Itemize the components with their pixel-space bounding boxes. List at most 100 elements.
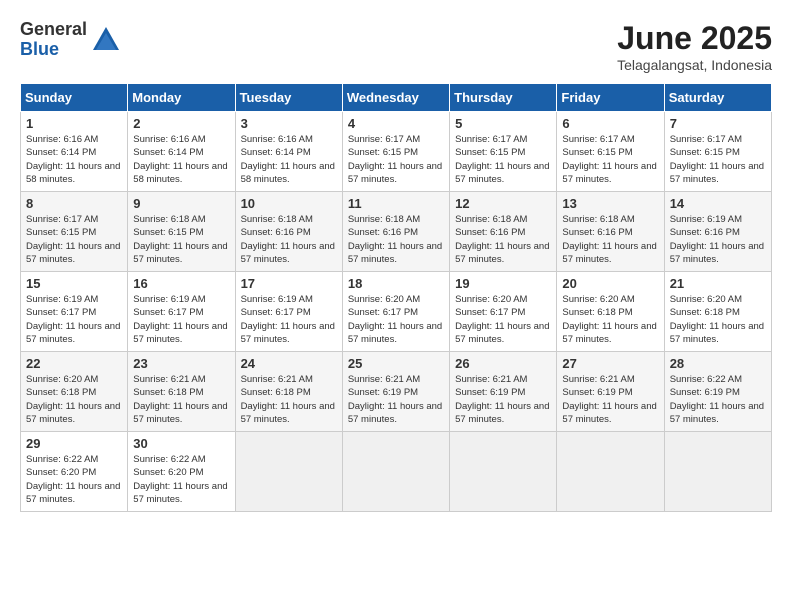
daylight-text: Daylight: 11 hours and 57 minutes. [670, 161, 764, 185]
day-number: 6 [562, 116, 658, 131]
daylight-text: Daylight: 11 hours and 57 minutes. [348, 321, 442, 345]
sunset-text: Sunset: 6:15 PM [455, 147, 525, 158]
table-row: 20Sunrise: 6:20 AMSunset: 6:18 PMDayligh… [557, 272, 664, 352]
day-info: Sunrise: 6:17 AMSunset: 6:15 PMDaylight:… [348, 133, 444, 186]
table-row: 28Sunrise: 6:22 AMSunset: 6:19 PMDayligh… [664, 352, 771, 432]
day-info: Sunrise: 6:21 AMSunset: 6:19 PMDaylight:… [455, 373, 551, 426]
col-saturday: Saturday [664, 84, 771, 112]
table-row: 16Sunrise: 6:19 AMSunset: 6:17 PMDayligh… [128, 272, 235, 352]
daylight-text: Daylight: 11 hours and 57 minutes. [562, 321, 656, 345]
calendar-header-row: Sunday Monday Tuesday Wednesday Thursday… [21, 84, 772, 112]
daylight-text: Daylight: 11 hours and 57 minutes. [348, 401, 442, 425]
sunset-text: Sunset: 6:15 PM [348, 147, 418, 158]
daylight-text: Daylight: 11 hours and 57 minutes. [670, 321, 764, 345]
day-info: Sunrise: 6:20 AMSunset: 6:17 PMDaylight:… [348, 293, 444, 346]
sunrise-text: Sunrise: 6:18 AM [455, 214, 527, 225]
sunrise-text: Sunrise: 6:21 AM [348, 374, 420, 385]
header: General Blue June 2025 Telagalangsat, In… [20, 20, 772, 73]
sunset-text: Sunset: 6:16 PM [455, 227, 525, 238]
daylight-text: Daylight: 11 hours and 57 minutes. [133, 481, 227, 505]
sunset-text: Sunset: 6:20 PM [133, 467, 203, 478]
day-info: Sunrise: 6:22 AMSunset: 6:19 PMDaylight:… [670, 373, 766, 426]
day-info: Sunrise: 6:21 AMSunset: 6:18 PMDaylight:… [241, 373, 337, 426]
col-monday: Monday [128, 84, 235, 112]
sunset-text: Sunset: 6:15 PM [26, 227, 96, 238]
daylight-text: Daylight: 11 hours and 57 minutes. [133, 241, 227, 265]
table-row: 22Sunrise: 6:20 AMSunset: 6:18 PMDayligh… [21, 352, 128, 432]
daylight-text: Daylight: 11 hours and 57 minutes. [455, 161, 549, 185]
sunset-text: Sunset: 6:16 PM [670, 227, 740, 238]
sunset-text: Sunset: 6:16 PM [562, 227, 632, 238]
day-info: Sunrise: 6:19 AM Sunset: 6:16 PM Daylight:… [670, 213, 766, 266]
day-number: 20 [562, 276, 658, 291]
col-sunday: Sunday [21, 84, 128, 112]
sunrise-text: Sunrise: 6:20 AM [26, 374, 98, 385]
day-info: Sunrise: 6:16 AMSunset: 6:14 PMDaylight:… [241, 133, 337, 186]
col-thursday: Thursday [450, 84, 557, 112]
day-number: 7 [670, 116, 766, 131]
daylight-text: Daylight: 11 hours and 57 minutes. [133, 321, 227, 345]
day-info: Sunrise: 6:17 AMSunset: 6:15 PMDaylight:… [562, 133, 658, 186]
daylight-text: Daylight: 11 hours and 57 minutes. [26, 321, 120, 345]
daylight-text: Daylight: 11 hours and 57 minutes. [241, 321, 335, 345]
sunset-text: Sunset: 6:15 PM [670, 147, 740, 158]
day-number: 27 [562, 356, 658, 371]
sunset-text: Sunset: 6:18 PM [562, 307, 632, 318]
table-row [450, 432, 557, 512]
daylight-text: Daylight: 11 hours and 57 minutes. [455, 241, 549, 265]
day-info: Sunrise: 6:19 AMSunset: 6:17 PMDaylight:… [241, 293, 337, 346]
day-number: 3 [241, 116, 337, 131]
daylight-text: Daylight: 11 hours and 57 minutes. [455, 401, 549, 425]
day-number: 14 [670, 196, 766, 211]
sunrise-text: Sunrise: 6:18 AM [241, 214, 313, 225]
sunset-text: Sunset: 6:20 PM [26, 467, 96, 478]
sunrise-text: Sunrise: 6:20 AM [670, 294, 742, 305]
sunset-text: Sunset: 6:18 PM [133, 387, 203, 398]
day-number: 13 [562, 196, 658, 211]
table-row: 13 Sunrise: 6:18 AM Sunset: 6:16 PM Dayligh… [557, 192, 664, 272]
sunset-text: Sunset: 6:18 PM [241, 387, 311, 398]
sunset-text: Sunset: 6:14 PM [133, 147, 203, 158]
sunrise-text: Sunrise: 6:16 AM [26, 134, 98, 145]
table-row [664, 432, 771, 512]
sunrise-text: Sunrise: 6:19 AM [26, 294, 98, 305]
day-number: 19 [455, 276, 551, 291]
table-row: 10Sunrise: 6:18 AMSunset: 6:16 PMDayligh… [235, 192, 342, 272]
sunrise-text: Sunrise: 6:21 AM [455, 374, 527, 385]
day-info: Sunrise: 6:16 AMSunset: 6:14 PMDaylight:… [26, 133, 122, 186]
daylight-text: Daylight: 11 hours and 57 minutes. [26, 481, 120, 505]
day-number: 23 [133, 356, 229, 371]
sunset-text: Sunset: 6:16 PM [348, 227, 418, 238]
table-row: 11Sunrise: 6:18 AMSunset: 6:16 PMDayligh… [342, 192, 449, 272]
sunset-text: Sunset: 6:18 PM [26, 387, 96, 398]
col-tuesday: Tuesday [235, 84, 342, 112]
sunrise-text: Sunrise: 6:17 AM [562, 134, 634, 145]
sunrise-text: Sunrise: 6:18 AM [562, 214, 634, 225]
sunrise-text: Sunrise: 6:21 AM [241, 374, 313, 385]
daylight-text: Daylight: 11 hours and 57 minutes. [670, 241, 764, 265]
sunset-text: Sunset: 6:14 PM [241, 147, 311, 158]
table-row: 26Sunrise: 6:21 AMSunset: 6:19 PMDayligh… [450, 352, 557, 432]
table-row: 6 Sunrise: 6:17 AMSunset: 6:15 PMDaylight… [557, 112, 664, 192]
sunrise-text: Sunrise: 6:19 AM [241, 294, 313, 305]
day-info: Sunrise: 6:20 AMSunset: 6:18 PMDaylight:… [26, 373, 122, 426]
day-number: 18 [348, 276, 444, 291]
sunrise-text: Sunrise: 6:19 AM [670, 214, 742, 225]
daylight-text: Daylight: 11 hours and 57 minutes. [26, 241, 120, 265]
table-row: 19 Sunrise: 6:20 AMSunset: 6:17 PMDayligh… [450, 272, 557, 352]
sunset-text: Sunset: 6:14 PM [26, 147, 96, 158]
day-info: Sunrise: 6:20 AMSunset: 6:17 PMDaylight:… [455, 293, 551, 346]
table-row: 7Sunrise: 6:17 AMSunset: 6:15 PMDaylight… [664, 112, 771, 192]
daylight-text: Daylight: 11 hours and 57 minutes. [562, 241, 656, 265]
daylight-text: Daylight: 11 hours and 58 minutes. [241, 161, 335, 185]
day-number: 1 [26, 116, 122, 131]
sunset-text: Sunset: 6:17 PM [26, 307, 96, 318]
day-info: Sunrise: 6:19 AMSunset: 6:17 PMDaylight:… [133, 293, 229, 346]
col-friday: Friday [557, 84, 664, 112]
sunrise-text: Sunrise: 6:18 AM [348, 214, 420, 225]
day-number: 11 [348, 196, 444, 211]
sunset-text: Sunset: 6:19 PM [670, 387, 740, 398]
table-row: 4Sunrise: 6:17 AMSunset: 6:15 PMDaylight… [342, 112, 449, 192]
sunrise-text: Sunrise: 6:19 AM [133, 294, 205, 305]
table-row: 1Sunrise: 6:16 AMSunset: 6:14 PMDaylight… [21, 112, 128, 192]
